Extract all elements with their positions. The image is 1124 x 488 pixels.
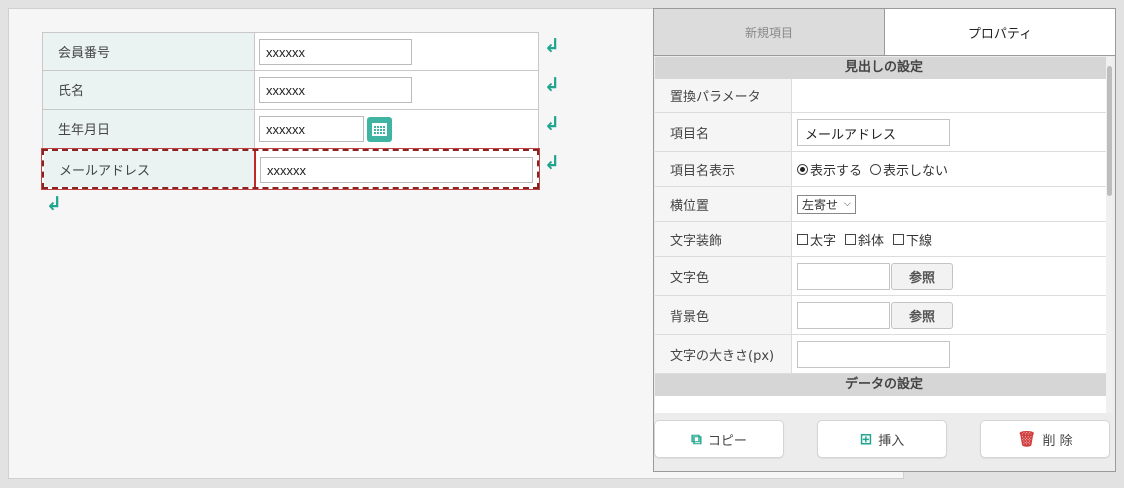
prop-value: 表示する 表示しない xyxy=(792,152,1113,186)
prop-label: 横位置 xyxy=(655,187,792,221)
insert-label: 挿入 xyxy=(878,433,905,449)
form-row-email[interactable]: メールアドレス xxxxxx xyxy=(41,148,540,190)
return-icon[interactable]: ↲ xyxy=(46,195,62,214)
radio-hide[interactable]: 表示しない xyxy=(870,160,948,179)
radio-label: 表示しない xyxy=(883,163,949,179)
data-settings-header: データの設定 xyxy=(655,374,1113,396)
prop-value: 参照 xyxy=(792,257,1113,295)
prop-row-font-size: 文字の大きさ(px) xyxy=(655,335,1113,374)
tab-new-item[interactable]: 新規項目 xyxy=(654,9,885,55)
prop-label: 文字装飾 xyxy=(655,222,792,256)
prop-value xyxy=(792,335,1113,373)
background-color-input[interactable] xyxy=(797,301,890,329)
form-label: メールアドレス xyxy=(44,151,256,187)
prop-row-replace-param: 置換パラメータ xyxy=(655,79,1113,113)
prop-row-horizontal-pos: 横位置 左寄せ ⌵ xyxy=(655,187,1113,222)
form-cell: xxxxxx xyxy=(255,110,538,148)
delete-label: 削 除 xyxy=(1042,433,1073,449)
checkbox-icon xyxy=(893,233,905,245)
prop-row-text-color: 文字色 参照 xyxy=(655,257,1113,296)
text-color-ref-button[interactable]: 参照 xyxy=(891,262,953,290)
checkbox-icon xyxy=(845,233,857,245)
form-cell: xxxxxx xyxy=(255,71,538,109)
copy-label: コピー xyxy=(707,433,747,449)
member-id-input[interactable]: xxxxxx xyxy=(259,39,412,65)
property-panel: 新規項目 プロパティ 見出しの設定 置換パラメータ 項目名 メールアドレス 項目… xyxy=(653,8,1116,472)
checkbox-underline[interactable]: 下線 xyxy=(893,230,932,249)
form-cell: xxxxxx xyxy=(255,33,538,70)
form-label: 会員番号 xyxy=(43,33,255,70)
prop-label: 項目名表示 xyxy=(655,152,792,186)
checkbox-label: 斜体 xyxy=(858,233,885,249)
panel-tabs: 新規項目 プロパティ xyxy=(654,9,1115,56)
prop-label: 文字色 xyxy=(655,257,792,295)
properties-list[interactable]: 見出しの設定 置換パラメータ 項目名 メールアドレス 項目名表示 表示する 表示… xyxy=(655,57,1113,413)
scrollbar-thumb[interactable] xyxy=(1107,66,1112,196)
text-color-input[interactable] xyxy=(797,262,890,290)
form-label: 生年月日 xyxy=(43,110,255,148)
insert-button[interactable]: ⊞ 挿入 xyxy=(817,420,947,458)
prop-value: 参照 xyxy=(792,296,1113,334)
trash-icon: 🗑 xyxy=(1017,430,1037,448)
radio-checked-icon xyxy=(797,163,808,175)
scrollbar[interactable] xyxy=(1106,57,1113,413)
checkbox-label: 下線 xyxy=(906,233,933,249)
form-cell: xxxxxx xyxy=(256,151,537,187)
tab-properties[interactable]: プロパティ xyxy=(885,9,1115,55)
checkbox-italic[interactable]: 斜体 xyxy=(845,230,884,249)
form-row-name[interactable]: 氏名 xxxxxx xyxy=(42,71,539,110)
return-icon[interactable]: ↲ xyxy=(544,154,560,173)
horizontal-pos-select[interactable]: 左寄せ ⌵ xyxy=(797,194,856,214)
copy-icon: ⧉ xyxy=(691,430,702,448)
radio-show[interactable]: 表示する xyxy=(797,160,862,179)
prop-row-background-color: 背景色 参照 xyxy=(655,296,1113,335)
select-value: 左寄せ xyxy=(802,197,839,212)
font-size-input[interactable] xyxy=(797,340,950,368)
prop-label: 項目名 xyxy=(655,113,792,151)
item-name-input[interactable]: メールアドレス xyxy=(797,118,950,146)
name-input[interactable]: xxxxxx xyxy=(259,77,412,103)
prop-value: 太字 斜体 下線 xyxy=(792,222,1113,256)
insert-icon: ⊞ xyxy=(859,430,873,448)
action-bar: ⧉ コピー ⊞ 挿入 🗑 削 除 xyxy=(654,420,1115,460)
birthdate-input[interactable]: xxxxxx xyxy=(259,116,364,142)
checkbox-bold[interactable]: 太字 xyxy=(797,230,836,249)
form-row-birthdate[interactable]: 生年月日 xxxxxx xyxy=(42,110,539,149)
background-color-ref-button[interactable]: 参照 xyxy=(891,301,953,329)
prop-label: 文字の大きさ(px) xyxy=(655,335,792,373)
delete-button[interactable]: 🗑 削 除 xyxy=(980,420,1110,458)
return-icon[interactable]: ↲ xyxy=(544,37,560,56)
email-input[interactable]: xxxxxx xyxy=(260,157,533,183)
checkbox-label: 太字 xyxy=(810,233,837,249)
radio-label: 表示する xyxy=(810,163,863,179)
prop-row-item-name: 項目名 メールアドレス xyxy=(655,113,1113,152)
heading-settings-header: 見出しの設定 xyxy=(655,57,1113,79)
prop-value xyxy=(792,79,1113,112)
checkbox-icon xyxy=(797,233,808,245)
form-row-member-id[interactable]: 会員番号 xxxxxx xyxy=(42,32,539,71)
copy-button[interactable]: ⧉ コピー xyxy=(654,420,784,458)
return-icon[interactable]: ↲ xyxy=(544,115,560,134)
prop-row-item-name-display: 項目名表示 表示する 表示しない xyxy=(655,152,1113,187)
prop-value: 左寄せ ⌵ xyxy=(792,187,1113,221)
prop-label: 置換パラメータ xyxy=(655,79,792,112)
chevron-down-icon: ⌵ xyxy=(844,199,851,209)
prop-value: メールアドレス xyxy=(792,113,1113,151)
return-icon[interactable]: ↲ xyxy=(544,76,560,95)
prop-row-text-decoration: 文字装飾 太字 斜体 下線 xyxy=(655,222,1113,257)
radio-unchecked-icon xyxy=(870,163,882,175)
form-label: 氏名 xyxy=(43,71,255,109)
calendar-icon[interactable] xyxy=(367,117,392,142)
prop-label: 背景色 xyxy=(655,296,792,334)
form-table: 会員番号 xxxxxx 氏名 xxxxxx 生年月日 xxxxxx メールアドレ… xyxy=(41,32,540,190)
